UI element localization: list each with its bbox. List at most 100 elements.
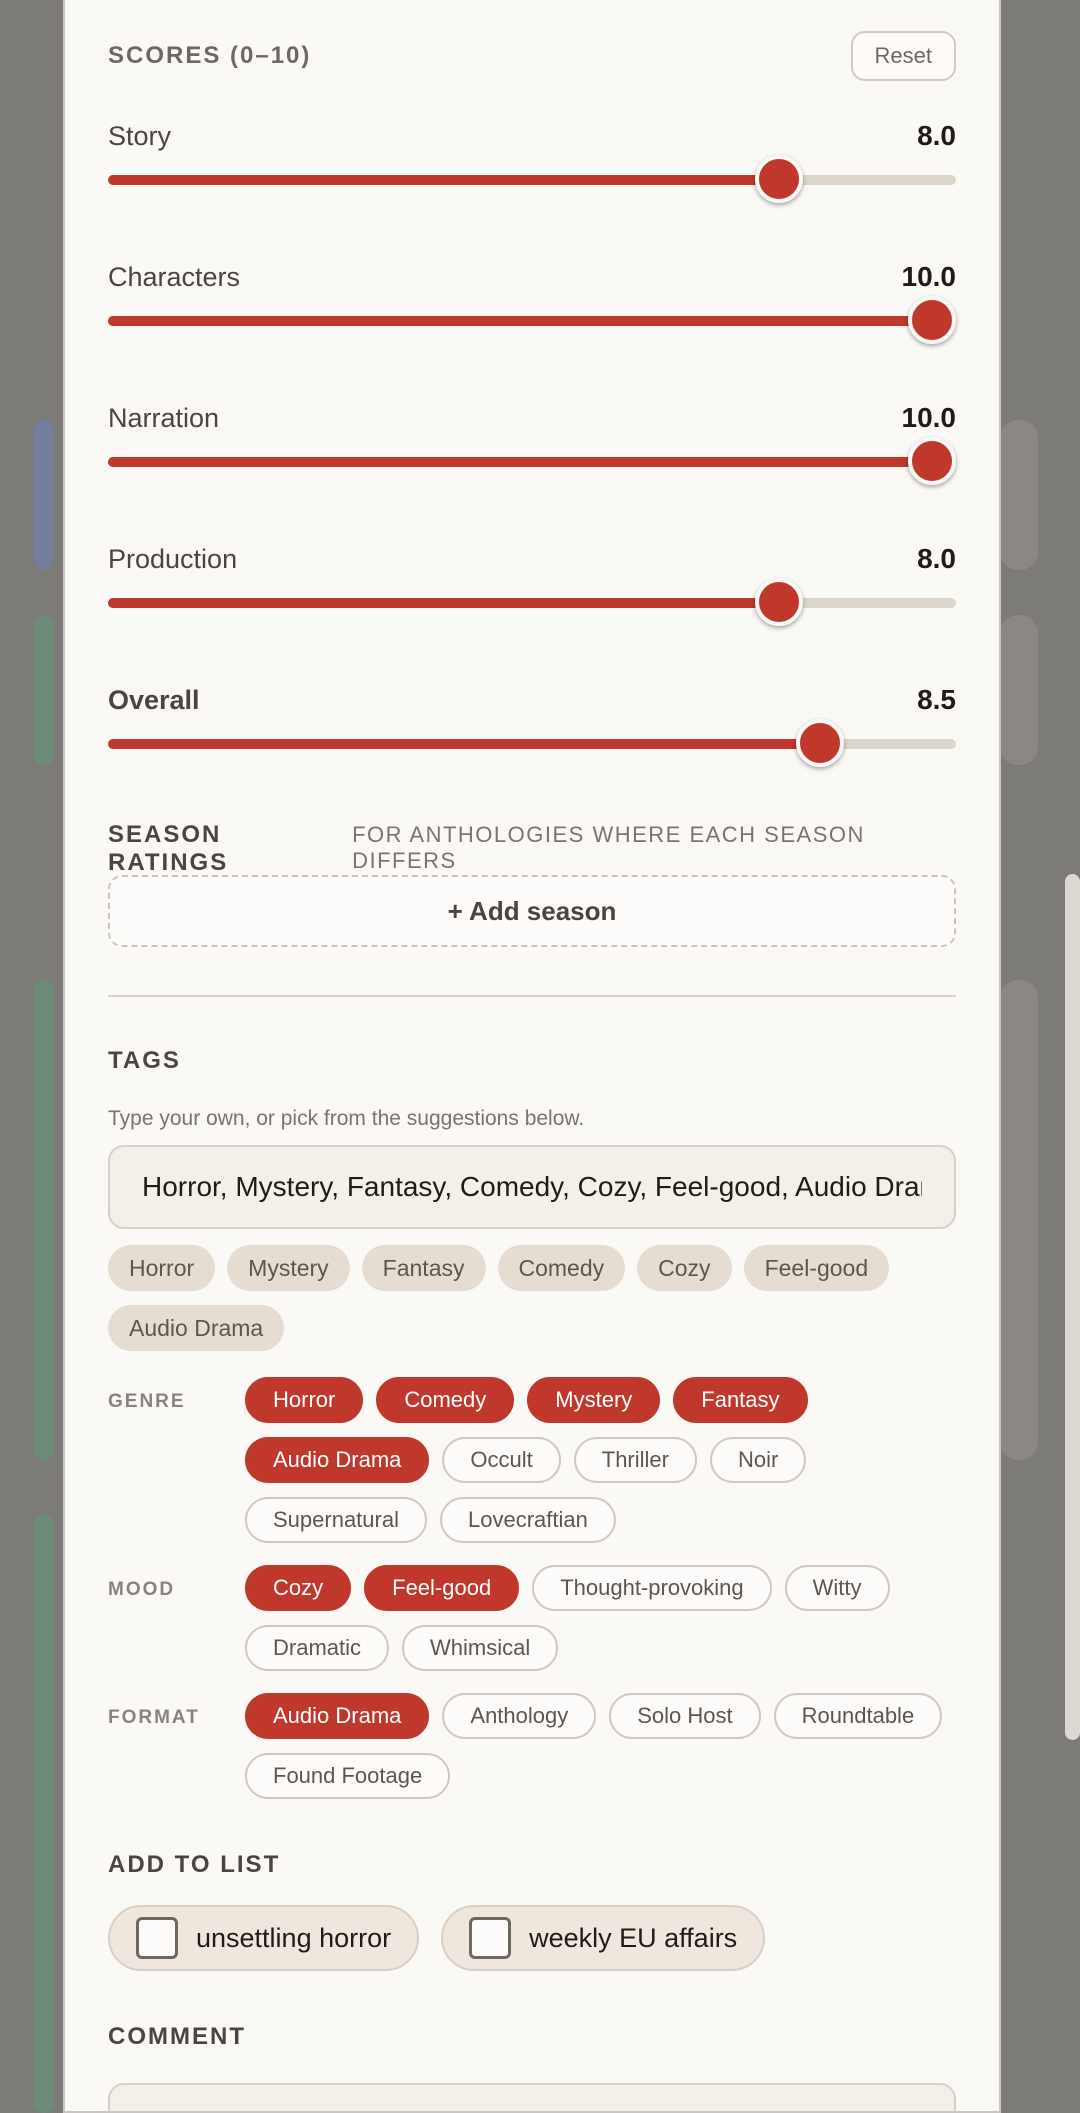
tag-chip[interactable]: Comedy bbox=[376, 1377, 515, 1423]
list-option-label: weekly EU affairs bbox=[529, 1922, 738, 1953]
tag-chip[interactable]: Found Footage bbox=[245, 1753, 451, 1799]
bg-accent-bar-green bbox=[34, 615, 54, 765]
slider-track[interactable] bbox=[108, 296, 956, 344]
tag-categories: GENRE Horror Comedy Mystery Fantasy Audio Dra… bbox=[108, 1377, 956, 1799]
add-season-button[interactable]: + Add season bbox=[108, 875, 956, 947]
tag-chip[interactable]: Thought-provoking bbox=[532, 1565, 772, 1611]
list-options: unsettling horror weekly EU affairs bbox=[108, 1905, 956, 1971]
score-sliders: Story 8.0 Characters 10.0 Narration 10.0 Produ… bbox=[108, 112, 956, 817]
category-label: FORMAT bbox=[108, 1707, 200, 1728]
list-option[interactable]: unsettling horror bbox=[108, 1905, 420, 1971]
slider-value: 8.0 bbox=[917, 120, 956, 151]
tag-category-mood: MOOD Cozy Feel-good Thought-provoking Witty D… bbox=[108, 1565, 956, 1671]
tag-chip[interactable]: Noir bbox=[709, 1437, 807, 1483]
slider-thumb[interactable] bbox=[908, 437, 956, 485]
suggestion-chip[interactable]: Feel-good bbox=[743, 1245, 890, 1291]
tag-suggestions: Horror Mystery Fantasy Comedy Cozy Feel-good A… bbox=[108, 1245, 956, 1351]
slider-fill bbox=[108, 457, 956, 467]
tag-chip[interactable]: Feel-good bbox=[364, 1565, 520, 1611]
tag-chip[interactable]: Cozy bbox=[245, 1565, 352, 1611]
comment-field[interactable] bbox=[108, 2083, 956, 2111]
score-slider-story: Story 8.0 bbox=[108, 112, 956, 253]
review-sheet: SCORES (0–10) Reset Story 8.0 Characters 10… bbox=[63, 0, 1001, 2113]
category-label: MOOD bbox=[108, 1579, 176, 1600]
tag-category-format: FORMAT Audio Drama Anthology Solo Host Round… bbox=[108, 1693, 956, 1799]
season-ratings-subtitle: FOR ANTHOLOGIES WHERE EACH SEASON DIFFER… bbox=[352, 822, 865, 873]
bg-accent-bar-green bbox=[34, 980, 54, 1460]
bg-card bbox=[1000, 615, 1038, 765]
score-slider-narration: Narration 10.0 bbox=[108, 394, 956, 535]
tags-hint: Type your own, or pick from the suggesti… bbox=[108, 1107, 585, 1130]
bg-accent-bar-green bbox=[34, 1515, 54, 2113]
tag-chip[interactable]: Witty bbox=[784, 1565, 890, 1611]
slider-track[interactable] bbox=[108, 155, 956, 203]
slider-value: 10.0 bbox=[901, 261, 957, 292]
suggestion-chip[interactable]: Cozy bbox=[637, 1245, 732, 1291]
score-slider-production: Production 8.0 bbox=[108, 535, 956, 676]
slider-track[interactable] bbox=[108, 578, 956, 626]
tag-chip[interactable]: Roundtable bbox=[773, 1693, 943, 1739]
tags-input[interactable] bbox=[108, 1145, 956, 1229]
tag-chip[interactable]: Audio Drama bbox=[245, 1437, 430, 1483]
comment-title: COMMENT bbox=[108, 2023, 246, 2050]
slider-thumb[interactable] bbox=[908, 296, 956, 344]
tag-chip[interactable]: Supernatural bbox=[245, 1497, 427, 1543]
tag-chip[interactable]: Solo Host bbox=[609, 1693, 761, 1739]
scrollbar-thumb[interactable] bbox=[1065, 874, 1080, 1740]
slider-track[interactable] bbox=[108, 719, 956, 767]
season-ratings-header: SEASON RATINGS FOR ANTHOLOGIES WHERE EAC… bbox=[108, 821, 956, 876]
tag-chip[interactable]: Horror bbox=[245, 1377, 364, 1423]
add-to-list-title: ADD TO LIST bbox=[108, 1851, 281, 1878]
slider-label: Narration bbox=[108, 402, 220, 433]
list-option-label: unsettling horror bbox=[196, 1922, 392, 1953]
slider-value: 8.5 bbox=[917, 684, 956, 715]
score-slider-overall: Overall 8.5 bbox=[108, 676, 956, 817]
tag-chip[interactable]: Thriller bbox=[573, 1437, 697, 1483]
slider-label: Story bbox=[108, 120, 172, 151]
tag-category-genre: GENRE Horror Comedy Mystery Fantasy Audio Dra… bbox=[108, 1377, 956, 1543]
category-label: GENRE bbox=[108, 1391, 186, 1412]
suggestion-chip[interactable]: Mystery bbox=[227, 1245, 350, 1291]
tags-title: TAGS bbox=[108, 1047, 181, 1074]
scores-header: SCORES (0–10) Reset bbox=[108, 0, 956, 112]
slider-value: 10.0 bbox=[901, 402, 957, 433]
tag-chip[interactable]: Fantasy bbox=[673, 1377, 808, 1423]
category-chips: Audio Drama Anthology Solo Host Roundtable F… bbox=[245, 1693, 956, 1799]
tag-chip[interactable]: Audio Drama bbox=[245, 1693, 430, 1739]
checkbox[interactable] bbox=[136, 1917, 178, 1959]
tag-chip[interactable]: Dramatic bbox=[245, 1625, 390, 1671]
slider-fill bbox=[108, 598, 787, 608]
tag-chip[interactable]: Whimsical bbox=[402, 1625, 559, 1671]
suggestion-chip[interactable]: Audio Drama bbox=[108, 1305, 285, 1351]
slider-value: 8.0 bbox=[917, 543, 956, 574]
bg-card bbox=[1000, 980, 1038, 1460]
slider-label: Characters bbox=[108, 261, 241, 292]
tag-chip[interactable]: Anthology bbox=[442, 1693, 597, 1739]
tag-chip[interactable]: Occult bbox=[442, 1437, 561, 1483]
slider-header: Production 8.0 bbox=[108, 535, 956, 583]
list-option[interactable]: weekly EU affairs bbox=[441, 1905, 766, 1971]
slider-thumb[interactable] bbox=[755, 155, 804, 203]
slider-fill bbox=[108, 739, 829, 749]
checkbox[interactable] bbox=[469, 1917, 512, 1959]
slider-track[interactable] bbox=[108, 437, 956, 485]
category-chips: Cozy Feel-good Thought-provoking Witty Drama… bbox=[245, 1565, 956, 1671]
tag-chip[interactable]: Mystery bbox=[527, 1377, 661, 1423]
scores-title: SCORES (0–10) bbox=[108, 42, 312, 69]
tag-chip[interactable]: Lovecraftian bbox=[439, 1497, 616, 1543]
score-slider-characters: Characters 10.0 bbox=[108, 253, 956, 394]
slider-label: Overall bbox=[108, 684, 200, 715]
slider-header: Overall 8.5 bbox=[108, 676, 956, 724]
slider-fill bbox=[108, 175, 787, 185]
slider-fill bbox=[108, 316, 956, 326]
slider-thumb[interactable] bbox=[755, 578, 804, 626]
slider-thumb[interactable] bbox=[796, 719, 845, 767]
section-divider bbox=[108, 995, 956, 997]
reset-button[interactable]: Reset bbox=[850, 31, 956, 81]
category-chips: Horror Comedy Mystery Fantasy Audio Drama Occ… bbox=[245, 1377, 956, 1543]
suggestion-chip[interactable]: Fantasy bbox=[361, 1245, 486, 1291]
suggestion-chip[interactable]: Horror bbox=[108, 1245, 216, 1291]
suggestion-chip[interactable]: Comedy bbox=[497, 1245, 626, 1291]
slider-header: Characters 10.0 bbox=[108, 253, 956, 301]
bg-accent-bar-blue bbox=[34, 420, 54, 570]
